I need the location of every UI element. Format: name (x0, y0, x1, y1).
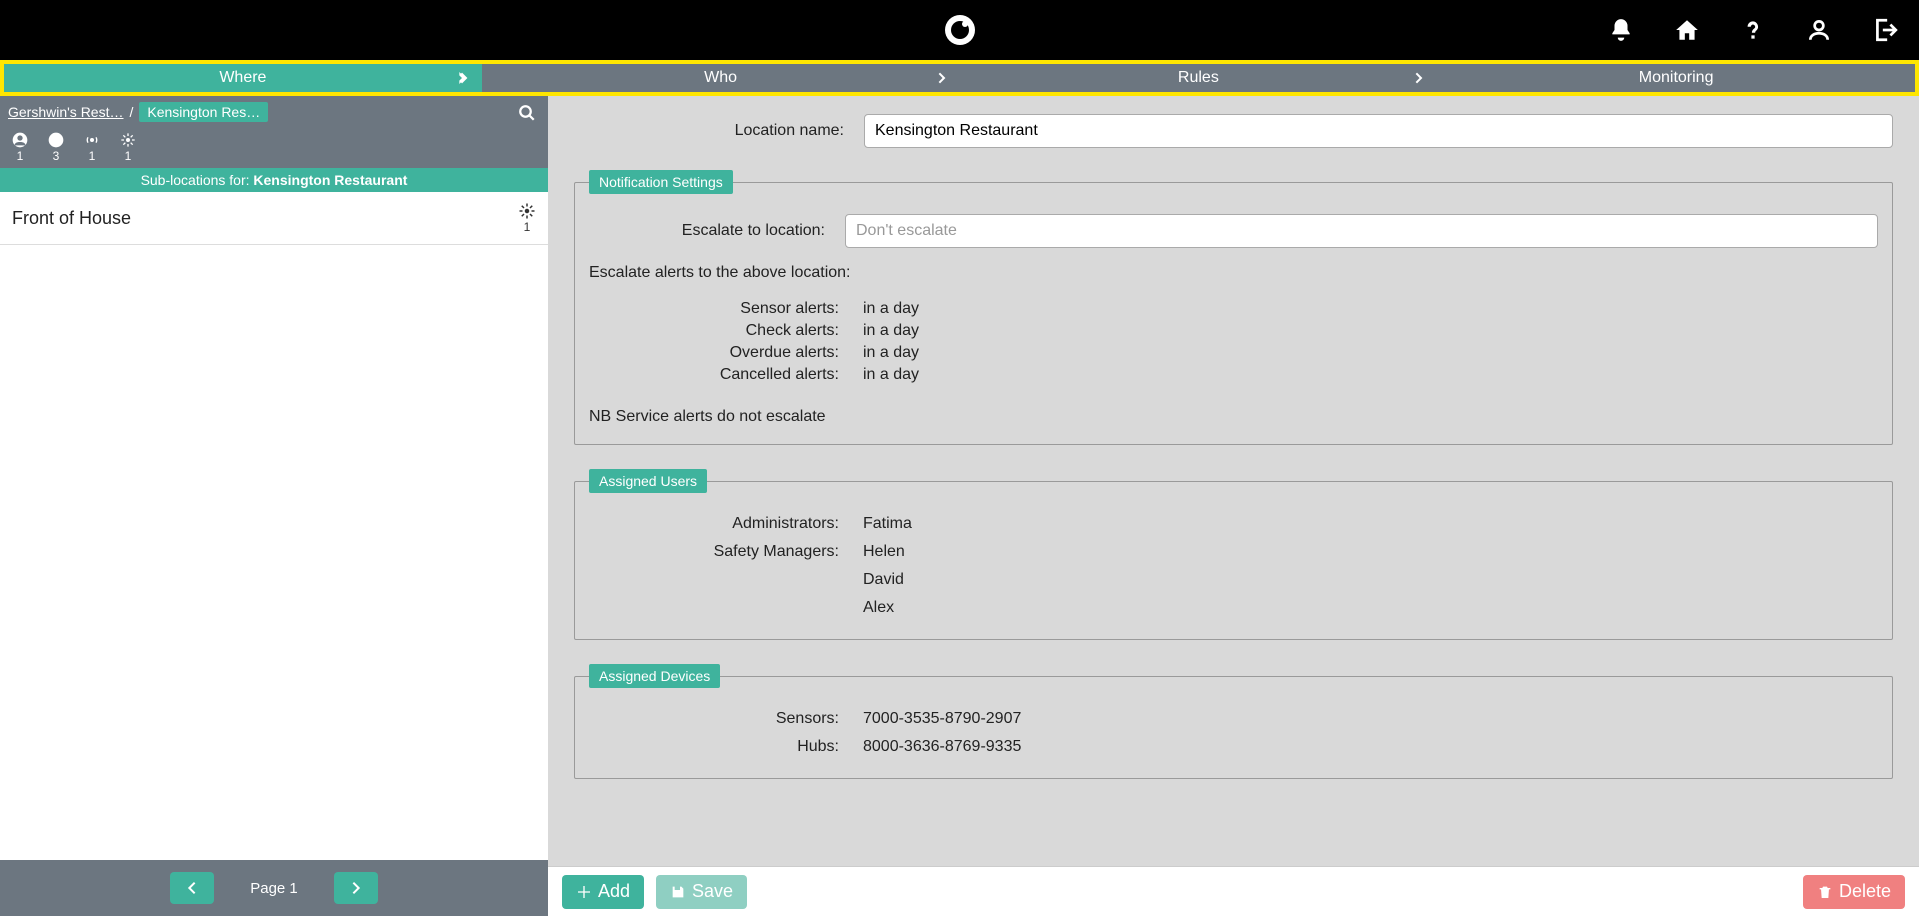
sidebar: Gershwin's Rest… / Kensington Res… 1 3 1 (0, 96, 548, 916)
step-tabs: Where Who Rules Monitoring (0, 60, 1919, 96)
add-button[interactable]: Add (562, 875, 644, 909)
location-name: Front of House (12, 208, 131, 229)
breadcrumb-sep: / (129, 104, 133, 120)
tab-who[interactable]: Who (482, 64, 960, 92)
assigned-devices-panel: Assigned Devices Sensors:7000-3535-8790-… (574, 664, 1893, 779)
arrow-right-icon (456, 70, 472, 86)
stat-row: 1 3 1 1 (0, 128, 548, 168)
breadcrumb: Gershwin's Rest… / Kensington Res… (8, 102, 538, 122)
logout-icon[interactable] (1871, 16, 1899, 44)
search-icon[interactable] (518, 104, 536, 126)
stat-sensors: 1 (84, 132, 100, 162)
arrow-right-icon (934, 70, 950, 86)
pager-next-button[interactable] (334, 872, 378, 904)
delete-button[interactable]: Delete (1803, 875, 1905, 909)
escalate-label: Escalate to location: (589, 222, 825, 240)
assigned-users-panel: Assigned Users Administrators:Fatima Saf… (574, 469, 1893, 640)
tab-rules[interactable]: Rules (960, 64, 1438, 92)
tab-where[interactable]: Where (4, 64, 482, 92)
tab-label: Who (704, 69, 737, 87)
stat-hubs: 1 (120, 132, 136, 162)
home-icon[interactable] (1673, 16, 1701, 44)
panel-legend: Notification Settings (589, 170, 733, 194)
tab-label: Where (219, 69, 266, 87)
breadcrumb-parent[interactable]: Gershwin's Rest… (8, 104, 123, 120)
location-name-label: Location name: (574, 122, 844, 140)
escalate-input[interactable] (845, 214, 1878, 248)
stat-admins: 1 (12, 132, 28, 162)
pager-prev-button[interactable] (170, 872, 214, 904)
save-button[interactable]: Save (656, 875, 747, 909)
panel-legend: Assigned Devices (589, 664, 720, 688)
content-footer: Add Save Delete (548, 866, 1919, 916)
hub-count: 1 (518, 202, 536, 234)
tab-monitoring[interactable]: Monitoring (1437, 64, 1915, 92)
location-name-input[interactable] (864, 114, 1893, 148)
location-list: Front of House 1 (0, 192, 548, 860)
content-area: Location name: Notification Settings Esc… (548, 96, 1919, 916)
breadcrumb-current: Kensington Res… (139, 102, 268, 122)
stat-users: 3 (48, 132, 64, 162)
tab-label: Rules (1178, 69, 1219, 87)
user-icon[interactable] (1805, 16, 1833, 44)
bell-icon[interactable] (1607, 16, 1635, 44)
escalate-row: Escalate to location: (589, 214, 1878, 248)
sidebar-pager: Page 1 (0, 860, 548, 916)
location-name-row: Location name: (574, 114, 1893, 148)
sidebar-header: Gershwin's Rest… / Kensington Res… (0, 96, 548, 128)
top-bar (0, 0, 1919, 60)
escalate-text: Escalate alerts to the above location: (589, 264, 1878, 282)
tab-label: Monitoring (1639, 69, 1714, 87)
pager-label: Page 1 (250, 880, 298, 897)
sublocations-header: Sub-locations for: Kensington Restaurant (0, 168, 548, 192)
escalate-note: NB Service alerts do not escalate (589, 408, 1878, 426)
app-logo (942, 12, 978, 48)
list-item[interactable]: Front of House 1 (0, 192, 548, 245)
notification-settings-panel: Notification Settings Escalate to locati… (574, 170, 1893, 445)
help-icon[interactable] (1739, 16, 1767, 44)
panel-legend: Assigned Users (589, 469, 707, 493)
arrow-right-icon (1411, 70, 1427, 86)
